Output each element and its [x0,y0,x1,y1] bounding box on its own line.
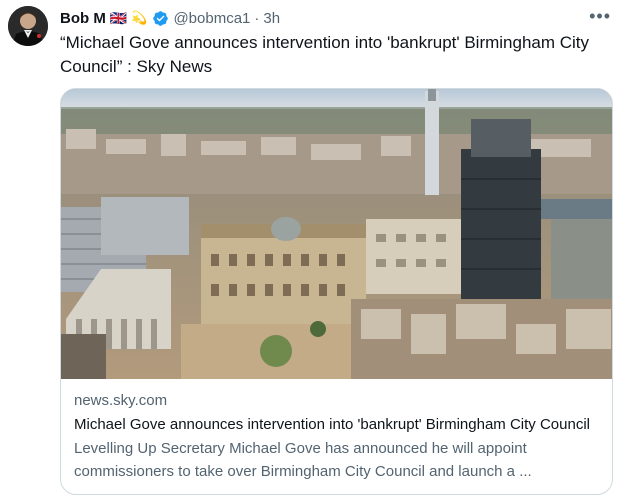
author-name[interactable]: Bob M [60,10,106,27]
tweet-timestamp[interactable]: 3h [263,10,280,27]
dizzy-icon: 💫 [131,10,148,25]
link-preview-card[interactable]: news.sky.com Michael Gove announces inte… [60,88,613,495]
author-handle[interactable]: @bobmca1 [173,10,250,27]
more-options-icon[interactable]: ••• [589,6,611,27]
separator-dot: · [254,9,260,27]
verified-badge-icon[interactable] [152,10,169,27]
avatar-image [8,6,48,46]
city-aerial-image [61,89,612,379]
card-domain: news.sky.com [74,392,168,409]
avatar[interactable] [8,6,48,46]
tweet-header: Bob M 🇬🇧 💫 @bobmca1 · 3h [60,8,280,28]
card-description: Levelling Up Secretary Michael Gove has … [74,440,532,480]
card-meta: news.sky.com Michael Gove announces inte… [74,389,604,483]
uk-flag-icon: 🇬🇧 [109,9,128,26]
tweet-text: “Michael Gove announces intervention int… [60,33,590,76]
card-title: Michael Gove announces intervention into… [74,416,590,433]
